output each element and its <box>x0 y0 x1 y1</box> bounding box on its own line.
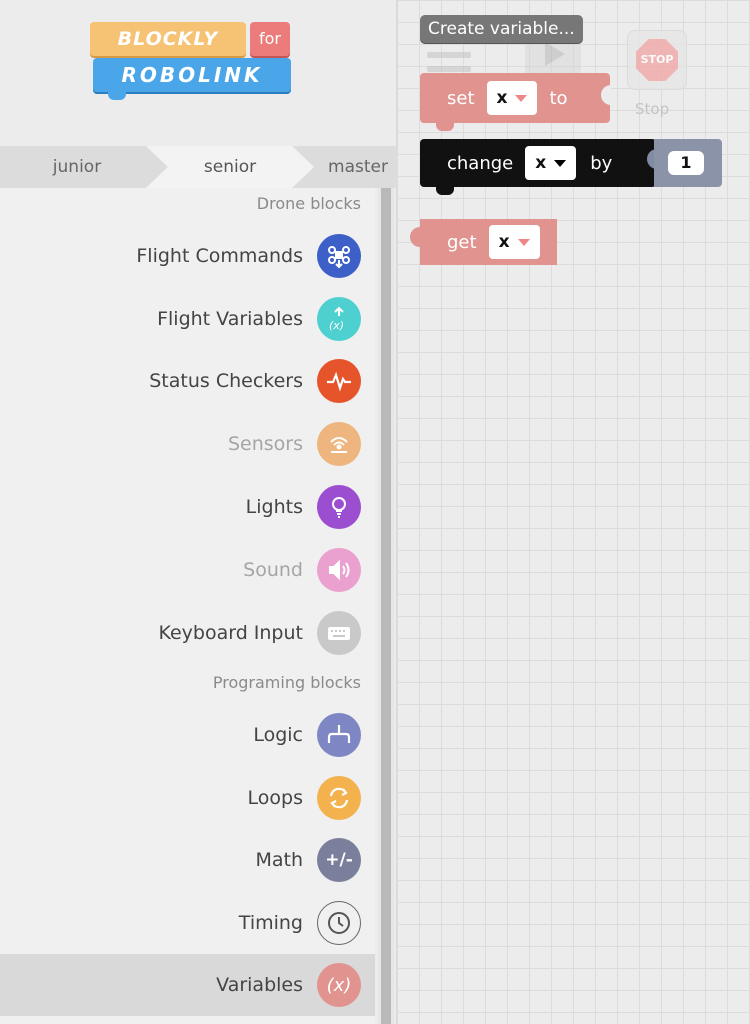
stop-label: Stop <box>635 100 670 118</box>
category-variables[interactable]: Variables (x) <box>0 954 375 1016</box>
variable-icon: (x) <box>317 963 361 1007</box>
category-label: Logic <box>253 724 303 746</box>
category-flight-commands[interactable]: Flight Commands <box>0 225 375 287</box>
stop-button[interactable]: STOP <box>627 30 687 90</box>
set-keyword: set <box>447 87 475 109</box>
category-label: Variables <box>216 974 303 996</box>
category-status-checkers[interactable]: Status Checkers <box>0 350 375 412</box>
lightbulb-icon <box>317 485 361 529</box>
section-label-drone-blocks: Drone blocks <box>256 194 361 213</box>
category-label: Status Checkers <box>149 370 303 392</box>
logo-for-text: for <box>250 22 290 56</box>
change-keyword: change <box>447 152 514 174</box>
category-label: Flight Commands <box>136 245 303 267</box>
tab-senior[interactable]: senior <box>146 146 314 188</box>
tab-junior[interactable]: junior <box>0 146 168 188</box>
variable-name: x <box>535 153 547 173</box>
drone-icon <box>317 234 361 278</box>
level-tabs: junior master senior <box>0 146 397 188</box>
logo-notch <box>108 92 126 100</box>
sidebar-scroll-thumb[interactable] <box>381 188 391 1024</box>
block-output-plug <box>410 227 420 247</box>
number-block[interactable]: 1 <box>654 139 722 187</box>
get-keyword: get <box>447 231 477 253</box>
category-label: Sensors <box>227 433 303 455</box>
pulse-icon <box>317 359 361 403</box>
number-field[interactable]: 1 <box>668 151 704 175</box>
category-label: Timing <box>238 912 303 934</box>
create-variable-button[interactable]: Create variable... <box>420 15 583 43</box>
category-math[interactable]: Math +/- <box>0 829 375 891</box>
category-keyboard-input[interactable]: Keyboard Input <box>0 602 375 664</box>
category-label: Math <box>255 849 303 871</box>
chevron-down-icon <box>515 94 528 102</box>
stop-sign-icon: STOP <box>636 39 678 81</box>
plus-minus-icon: +/- <box>317 838 361 882</box>
to-keyword: to <box>549 87 568 109</box>
keyboard-icon <box>317 611 361 655</box>
category-timing[interactable]: Timing <box>0 892 375 954</box>
variable-name: x <box>496 88 508 108</box>
category-flight-variables[interactable]: Flight Variables (x) <box>0 288 375 350</box>
variable-up-icon: (x) <box>317 297 361 341</box>
variable-dropdown[interactable]: x <box>525 146 577 180</box>
variable-dropdown[interactable]: x <box>486 81 538 115</box>
variable-name: x <box>498 232 510 252</box>
loop-icon <box>317 776 361 820</box>
logic-icon <box>317 713 361 757</box>
chevron-down-icon <box>517 238 530 246</box>
blockly-robolink-logo: BLOCKLY for ROBOLINK <box>90 18 295 100</box>
category-loops[interactable]: Loops <box>0 767 375 829</box>
category-label: Flight Variables <box>157 308 303 330</box>
category-list: Drone blocks Flight Commands Flight Vari… <box>0 188 375 1024</box>
variable-dropdown[interactable]: x <box>488 225 540 259</box>
block-notch <box>436 187 454 195</box>
block-input-socket <box>601 85 611 105</box>
category-sensors[interactable]: Sensors <box>0 413 375 475</box>
logo-robolink-text: ROBOLINK <box>93 58 291 92</box>
category-lights[interactable]: Lights <box>0 476 375 538</box>
category-label: Lights <box>245 496 303 518</box>
chevron-down-icon <box>554 159 567 167</box>
block-notch <box>436 123 454 131</box>
sensor-icon <box>317 422 361 466</box>
block-workspace[interactable]: STOP Stop Create variable... set x to ch… <box>397 0 750 1024</box>
set-variable-block[interactable]: set x to <box>420 73 611 131</box>
logo-blockly-text: BLOCKLY <box>90 22 246 56</box>
get-variable-block[interactable]: get x <box>410 219 557 265</box>
category-label: Loops <box>247 787 303 809</box>
by-keyword: by <box>590 152 613 174</box>
menu-icon[interactable] <box>427 38 471 76</box>
clock-icon <box>317 901 361 945</box>
change-variable-block[interactable]: change x by <box>420 139 657 195</box>
category-label: Keyboard Input <box>158 622 303 644</box>
toolbox-sidebar: BLOCKLY for ROBOLINK junior master senio… <box>0 0 397 1024</box>
category-logic[interactable]: Logic <box>0 704 375 766</box>
svg-text:(x): (x) <box>329 319 344 332</box>
category-label: Sound <box>243 559 303 581</box>
category-sound[interactable]: Sound <box>0 539 375 601</box>
speaker-icon <box>317 548 361 592</box>
section-label-programming-blocks: Programing blocks <box>212 673 361 692</box>
